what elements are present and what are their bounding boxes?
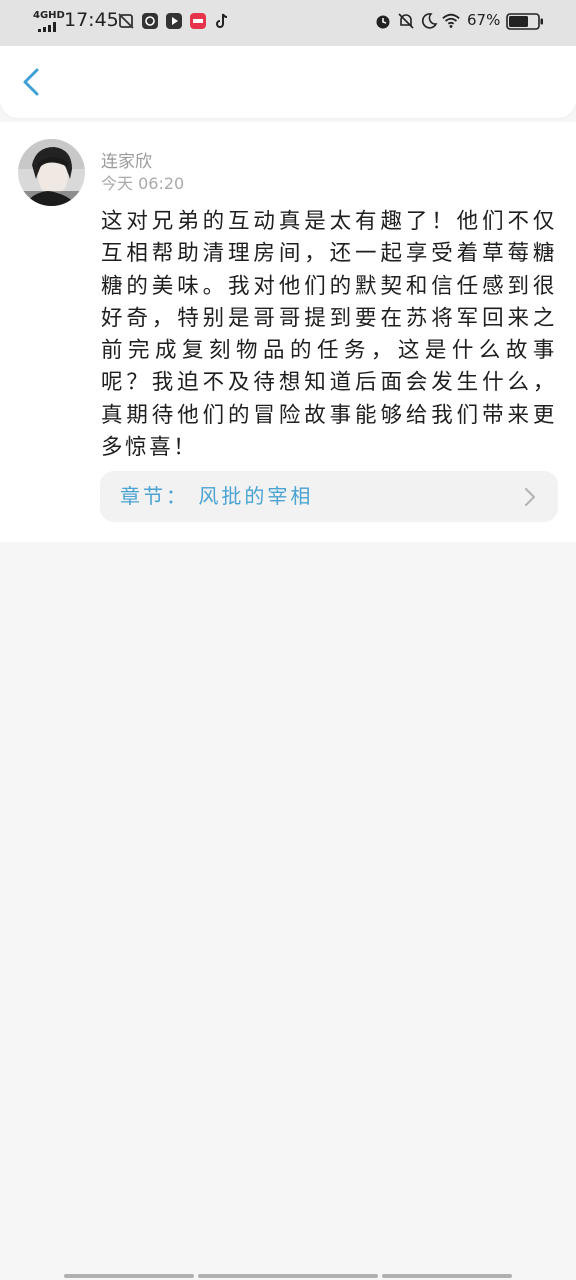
clock: 17:45 (64, 9, 119, 31)
wifi-icon (442, 13, 460, 28)
status-bar: 4GHD 17:45 67% (0, 0, 576, 46)
chapter-link[interactable]: 章节： 风批的宰相 (100, 471, 558, 522)
comment-username: 连家欣 (101, 152, 152, 172)
comment-time: 今天 06:20 (101, 174, 185, 193)
back-button[interactable] (12, 62, 52, 102)
video-app-icon (166, 13, 182, 29)
signal-icon (38, 22, 56, 32)
home-indicator-right (382, 1274, 512, 1278)
alarm-icon (376, 15, 390, 29)
app-notification-icon (142, 13, 158, 29)
network-type: 4GHD (33, 10, 65, 21)
screenshot-off-icon (118, 13, 134, 29)
avatar[interactable] (18, 139, 85, 206)
battery-icon (506, 13, 543, 30)
shopping-app-icon (190, 13, 206, 29)
notifications-off-icon (398, 13, 414, 29)
home-indicator-left (64, 1274, 194, 1278)
battery-percentage: 67% (467, 11, 501, 29)
comment-body: 这对兄弟的互动真是太有趣了！他们不仅互相帮助清理房间，还一起享受着草莓糖糖的美味… (101, 209, 557, 461)
tiktok-icon (216, 13, 228, 28)
chevron-right-icon (524, 487, 536, 507)
home-indicator-center[interactable] (198, 1274, 378, 1278)
do-not-disturb-moon-icon (421, 13, 438, 29)
chapter-label: 章节： 风批的宰相 (120, 484, 314, 508)
comment-card: 连家欣 今天 06:20 这对兄弟的互动真是太有趣了！他们不仅互相帮助清理房间，… (0, 122, 576, 542)
avatar-image (18, 139, 85, 206)
chevron-left-icon (23, 68, 39, 96)
navigation-bar (0, 46, 576, 118)
